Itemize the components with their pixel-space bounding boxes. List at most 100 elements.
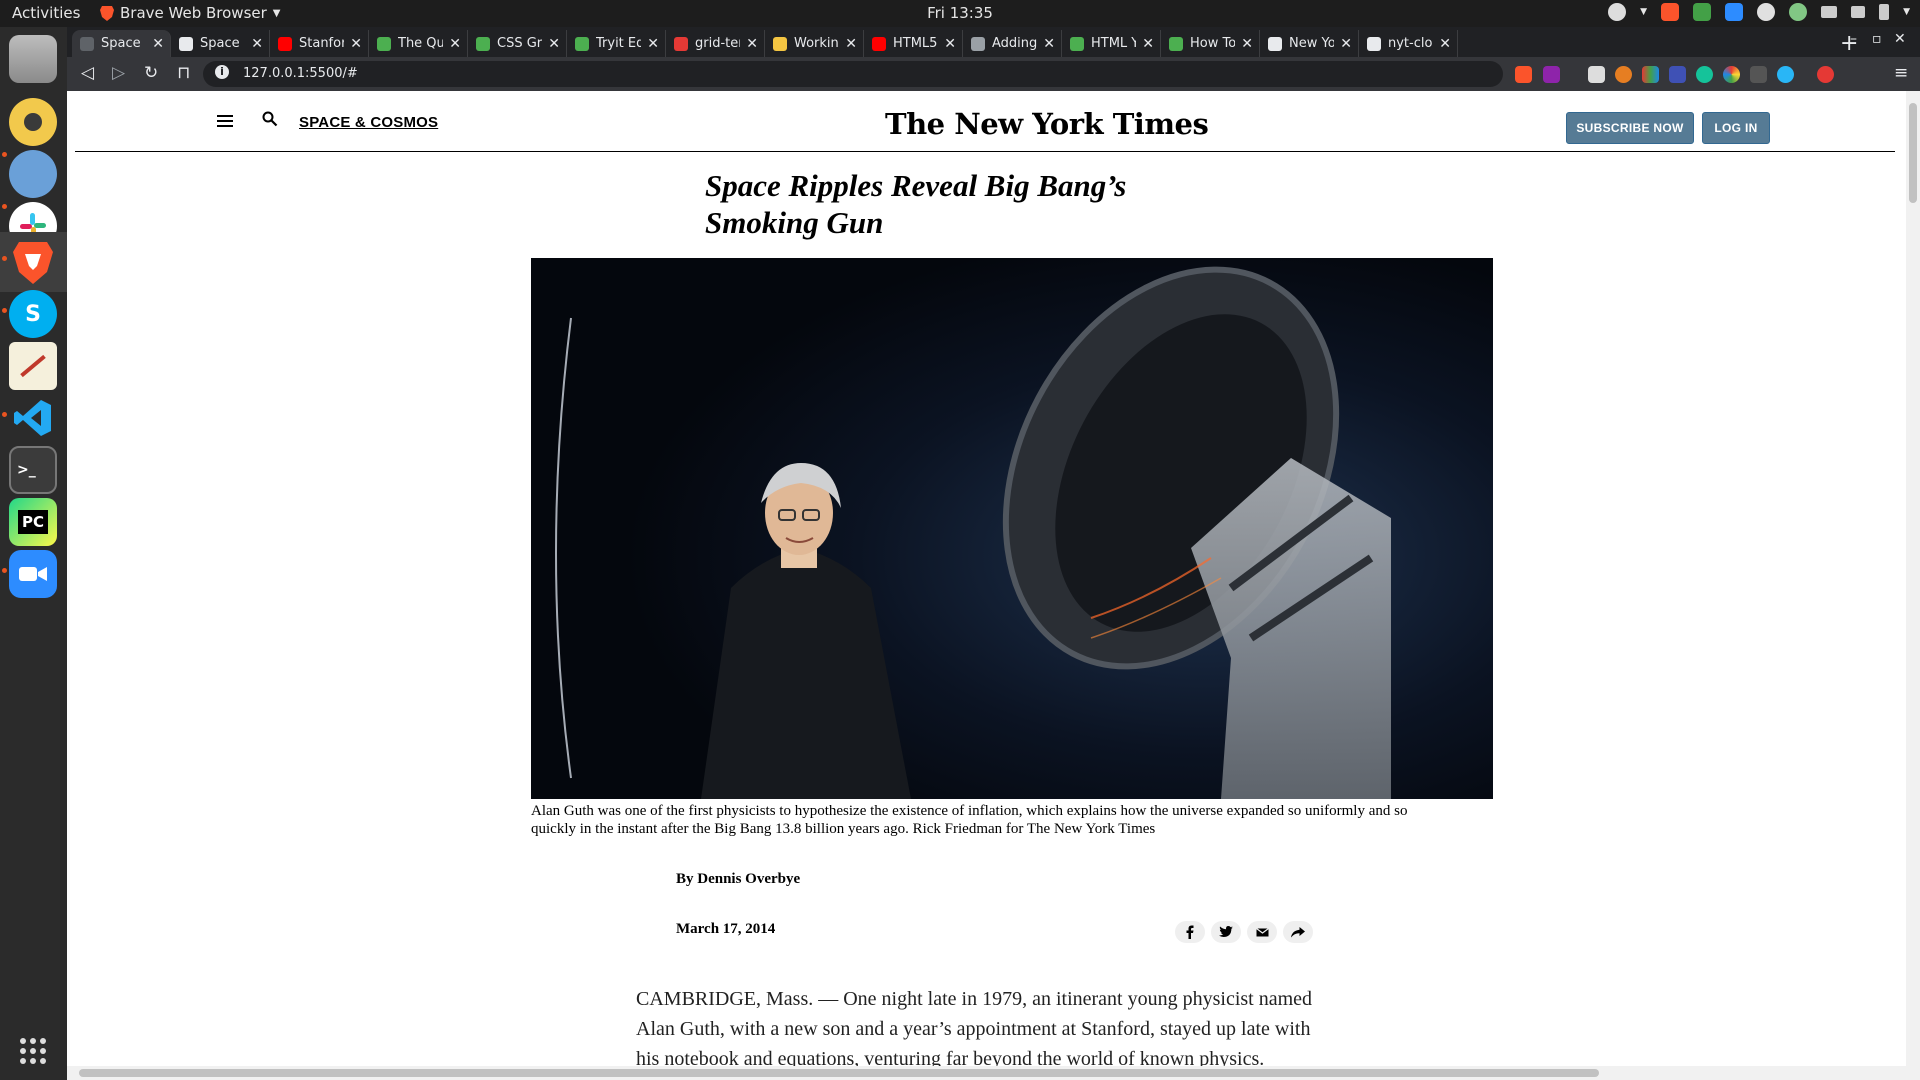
qr-extension-icon[interactable] bbox=[1588, 66, 1605, 83]
close-window-button[interactable]: ✕ bbox=[1894, 31, 1906, 47]
close-tab-icon[interactable]: ✕ bbox=[845, 36, 857, 52]
close-tab-icon[interactable]: ✕ bbox=[1340, 36, 1352, 52]
tab-title: Space Rippl bbox=[101, 36, 146, 51]
browser-tab[interactable]: The Quirks ✕ bbox=[369, 30, 468, 57]
check-tray-icon[interactable] bbox=[1693, 3, 1712, 21]
chevron-down-icon: ▼ bbox=[1640, 7, 1648, 17]
close-tab-icon[interactable]: ✕ bbox=[1043, 36, 1055, 52]
image-caption: Alan Guth was one of the first physicist… bbox=[531, 803, 1408, 837]
accessibility-icon[interactable] bbox=[1608, 3, 1627, 21]
twitter-icon bbox=[1219, 926, 1233, 937]
vertical-scrollbar[interactable] bbox=[1906, 91, 1920, 1066]
grammarly-extension-icon[interactable] bbox=[1696, 66, 1713, 83]
tab-favicon-icon bbox=[278, 36, 292, 51]
vscode-logo-icon bbox=[14, 400, 51, 436]
scrollbar-thumb[interactable] bbox=[79, 1069, 1599, 1077]
browser-tab[interactable]: Working wi ✕ bbox=[765, 30, 864, 57]
zoom-app-icon[interactable] bbox=[9, 550, 57, 598]
settings-app-icon[interactable] bbox=[9, 150, 57, 198]
brave-tray-icon[interactable] bbox=[1661, 3, 1680, 21]
article-byline: By Dennis Overbye bbox=[676, 871, 801, 887]
scrollbar-thumb[interactable] bbox=[1909, 103, 1917, 203]
maximize-button[interactable]: ▫ bbox=[1872, 31, 1882, 47]
show-apps-button[interactable] bbox=[9, 1027, 57, 1075]
hub-tray-icon[interactable] bbox=[1789, 3, 1808, 21]
slack-tray-icon[interactable] bbox=[1757, 3, 1776, 21]
system-clock[interactable]: Fri 13:35 bbox=[927, 4, 993, 22]
browser-tab[interactable]: HTML5 Tuto ✕ bbox=[864, 30, 963, 57]
volume-icon[interactable] bbox=[1851, 6, 1866, 18]
running-indicator bbox=[2, 256, 7, 261]
reload-button[interactable]: ↻ bbox=[144, 63, 158, 83]
terminal-app-icon[interactable]: >_ bbox=[9, 446, 57, 494]
browser-tab[interactable]: New York T ✕ bbox=[1260, 30, 1359, 57]
files-app-icon[interactable] bbox=[9, 35, 57, 83]
close-tab-icon[interactable]: ✕ bbox=[548, 36, 560, 52]
browser-tab[interactable]: nyt-clone/i ✕ bbox=[1359, 30, 1458, 57]
close-tab-icon[interactable]: ✕ bbox=[449, 36, 461, 52]
nyt-logo[interactable]: The New York Times bbox=[885, 107, 1209, 141]
horizontal-scrollbar[interactable] bbox=[67, 1066, 1920, 1080]
site-info-icon[interactable]: i bbox=[215, 65, 229, 79]
share-more-button[interactable] bbox=[1283, 921, 1313, 943]
translate-extension-icon[interactable] bbox=[1669, 66, 1686, 83]
article-date: March 17, 2014 bbox=[676, 921, 776, 937]
tab-favicon-icon bbox=[971, 36, 985, 51]
search-icon[interactable] bbox=[262, 111, 278, 127]
browser-tab[interactable]: Space Rippl ✕ bbox=[72, 30, 171, 57]
tab-title: CSS Grid La bbox=[497, 36, 543, 51]
share-twitter-button[interactable] bbox=[1211, 921, 1241, 943]
brave-app-icon[interactable] bbox=[9, 238, 57, 286]
address-bar[interactable]: i 127.0.0.1:5500/# bbox=[203, 61, 1503, 87]
browser-tab[interactable]: Space Rippl ✕ bbox=[171, 30, 270, 57]
nyt-masthead: SPACE & COSMOS The New York Times SUBSCR… bbox=[75, 91, 1895, 152]
login-button[interactable]: LOG IN bbox=[1702, 112, 1770, 144]
minimize-button[interactable]: – bbox=[1850, 31, 1857, 47]
extension-icon[interactable] bbox=[1777, 66, 1794, 83]
browser-tab[interactable]: grid-templa ✕ bbox=[666, 30, 765, 57]
browser-tab[interactable]: Stanford Pr ✕ bbox=[270, 30, 369, 57]
section-link[interactable]: SPACE & COSMOS bbox=[299, 114, 438, 131]
colorzilla-extension-icon[interactable] bbox=[1723, 66, 1740, 83]
share-facebook-button[interactable] bbox=[1175, 921, 1205, 943]
extension-icon[interactable] bbox=[1615, 66, 1632, 83]
rhythmbox-app-icon[interactable] bbox=[9, 98, 57, 146]
color-picker-extension-icon[interactable] bbox=[1642, 66, 1659, 83]
zoom-tray-icon[interactable] bbox=[1725, 3, 1744, 21]
brave-rewards-icon[interactable] bbox=[1543, 66, 1560, 83]
tab-favicon-icon bbox=[80, 36, 94, 51]
skype-app-icon[interactable]: S bbox=[9, 290, 57, 338]
close-tab-icon[interactable]: ✕ bbox=[152, 36, 164, 52]
pycharm-app-icon[interactable]: PC bbox=[9, 498, 57, 546]
close-tab-icon[interactable]: ✕ bbox=[251, 36, 263, 52]
profile-avatar[interactable] bbox=[1817, 66, 1834, 83]
vscode-app-icon[interactable] bbox=[9, 394, 57, 442]
wifi-icon[interactable] bbox=[1821, 6, 1838, 18]
activities-button[interactable]: Activities bbox=[12, 4, 80, 22]
battery-icon[interactable] bbox=[1879, 4, 1890, 20]
close-tab-icon[interactable]: ✕ bbox=[647, 36, 659, 52]
hamburger-menu-icon[interactable] bbox=[217, 115, 233, 127]
browser-tab[interactable]: Adding Me ✕ bbox=[963, 30, 1062, 57]
share-email-button[interactable] bbox=[1247, 921, 1277, 943]
close-tab-icon[interactable]: ✕ bbox=[1142, 36, 1154, 52]
close-tab-icon[interactable]: ✕ bbox=[944, 36, 956, 52]
close-tab-icon[interactable]: ✕ bbox=[1241, 36, 1253, 52]
bookmark-icon[interactable]: ⊓ bbox=[177, 63, 190, 83]
text-editor-app-icon[interactable] bbox=[9, 342, 57, 390]
fonts-extension-icon[interactable] bbox=[1750, 66, 1767, 83]
browser-tab[interactable]: HTML YouTu ✕ bbox=[1062, 30, 1161, 57]
forward-button[interactable]: ▷ bbox=[112, 63, 125, 83]
back-button[interactable]: ◁ bbox=[81, 63, 94, 83]
browser-tab[interactable]: How To Cre ✕ bbox=[1161, 30, 1260, 57]
close-tab-icon[interactable]: ✕ bbox=[1439, 36, 1451, 52]
browser-tab[interactable]: CSS Grid La ✕ bbox=[468, 30, 567, 57]
tab-title: Space Rippl bbox=[200, 36, 245, 51]
subscribe-button[interactable]: SUBSCRIBE NOW bbox=[1566, 112, 1694, 144]
browser-menu-button[interactable]: ≡ bbox=[1894, 63, 1908, 83]
close-tab-icon[interactable]: ✕ bbox=[350, 36, 362, 52]
app-menu[interactable]: Brave Web Browser ▼ bbox=[100, 4, 280, 22]
browser-tab[interactable]: Tryit Editor ✕ bbox=[567, 30, 666, 57]
close-tab-icon[interactable]: ✕ bbox=[746, 36, 758, 52]
brave-shields-icon[interactable] bbox=[1515, 66, 1532, 83]
